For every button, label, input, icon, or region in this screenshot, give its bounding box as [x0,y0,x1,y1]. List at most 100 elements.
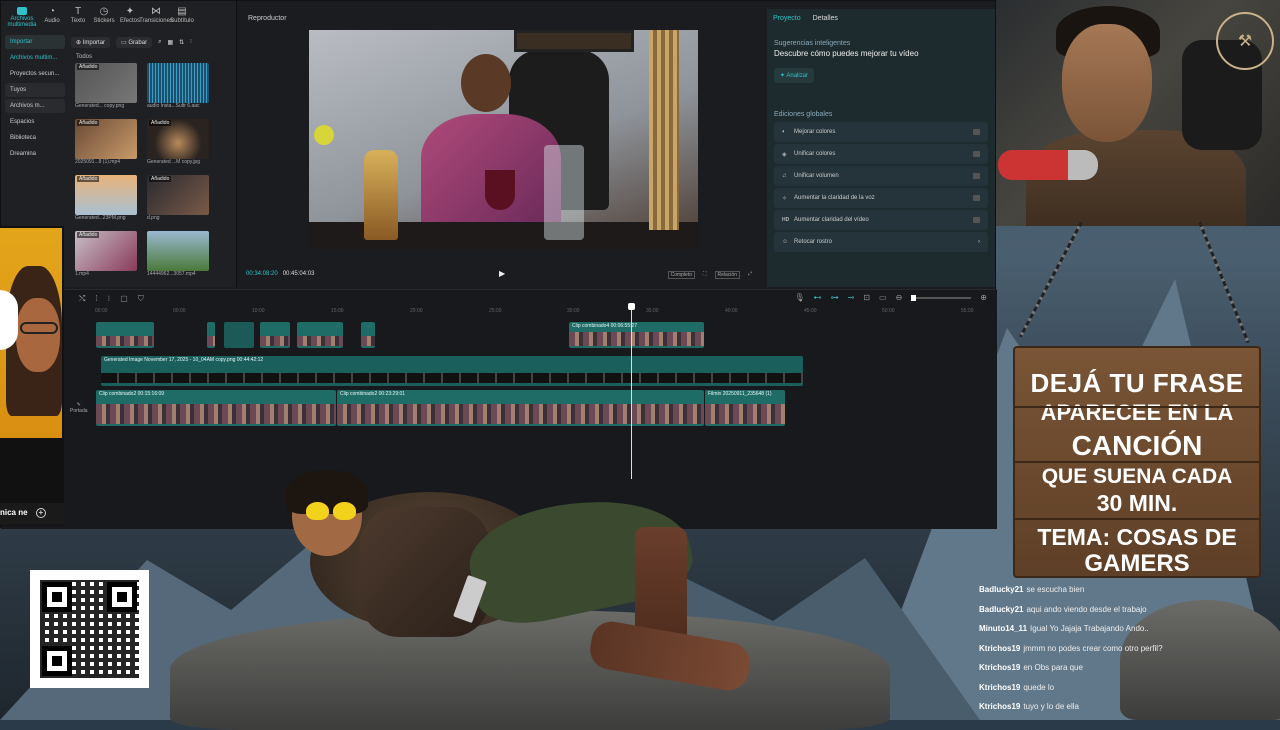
library-sidebar: Importar Archivos multim... Proyectos se… [5,35,65,163]
media-thumbnails: Añadido Generated... copy.png audio Insta… [75,63,215,283]
cover-button[interactable]: ✎ Portada [70,402,88,414]
smart-suggestions-title: Descubre cómo puedes mejorar tu vídeo [774,49,919,58]
zoom-slider[interactable] [911,295,972,301]
sign-line-6: TEMA: COSAS DE [1037,524,1237,550]
voice-clarity-item[interactable]: ✧ Aumentar la claridad de la voz [774,188,988,208]
caption-icon[interactable]: ▭ [879,293,887,302]
timeline-main-clip-3[interactable]: Filmin 20250911_235648 (1) [705,390,785,426]
media-item[interactable]: Añadido Generated... copy.png [75,63,137,115]
all-filter-label[interactable]: Todos [76,54,92,60]
library-toolbar: ⊕ Importar ▭ Grabar ⌕ ▦ ⇅ ⫶ [71,37,192,48]
timeline-clip[interactable] [260,322,290,348]
crop-icon[interactable]: ⛶ [701,271,709,279]
toggle-switch[interactable] [973,217,980,223]
tab-project[interactable]: Proyecto [773,15,801,22]
delete-icon[interactable]: ▢ [120,294,128,303]
chat-message: Minuto14_11 Igual Yo Jajaja Trabajando An… [979,624,1149,633]
timeline-playhead[interactable] [628,303,635,479]
timeline-clip[interactable] [96,322,154,348]
toggle-switch[interactable] [973,129,980,135]
marker-icon[interactable]: ⛉ [138,294,144,303]
audio-icon: ◔ [48,6,56,17]
toggle-switch[interactable] [973,195,980,201]
mic-icon[interactable]: 🎙 [794,293,804,302]
timeline-clip[interactable] [207,322,215,348]
sidebar-item-spaces[interactable]: Espacios [5,115,65,129]
import-button[interactable]: ⊕ Importar [71,37,111,48]
subtitle-icon: ▤ [177,6,187,17]
timeline-clip-combined-4[interactable]: Clip combinado4 00:06:55:27 [569,322,704,348]
left-overlay-caption: nica ne + [0,503,64,525]
media-item[interactable]: Añadido Generated ...M copy.jpg [147,119,209,171]
timeline-clip[interactable] [297,322,343,348]
retouch-face-item[interactable]: ☺ Retocar rostro › [774,232,988,252]
full-quality-button[interactable]: Completo [667,271,695,279]
tab-stickers[interactable]: ◷ Stickers [91,7,117,31]
video-preview[interactable] [309,30,698,249]
tab-audio[interactable]: ◔ Audio [39,7,65,31]
analyze-button[interactable]: ✦ Analizar [774,68,815,83]
transition-icon: ⋈ [151,6,161,17]
face-icon: ☺ [782,239,789,245]
record-button[interactable]: ▭ Grabar [116,37,153,48]
snap-icon[interactable]: ⊸ [848,293,855,302]
timeline-clip[interactable] [361,322,375,348]
add-circle-icon: + [35,508,46,518]
sidebar-item-media-files[interactable]: Archivos multim... [5,51,65,65]
timeline-main-clip-2[interactable]: Clip combinado2 00:23:29:01 [337,390,704,426]
magnet-icon[interactable]: ⊶ [831,293,839,302]
zoom-out-icon[interactable]: ⊖ [896,293,903,302]
sidebar-item-dreamina[interactable]: Dreamina [5,147,65,161]
microphone [998,150,1098,180]
properties-tabs: Proyecto Detalles [767,9,995,28]
tab-subtitles[interactable]: ▤ Subtítulo [169,7,195,31]
preview-jar [544,145,584,240]
media-item[interactable]: 14444962...3057.mp4 [147,231,209,283]
video-clarity-item[interactable]: HD Aumentar claridad del vídeo [774,210,988,230]
sign-line-1: DEJÁ TU FRASE [1030,368,1244,398]
qr-code[interactable] [30,570,149,688]
channel-seal-icon: ⚒ [1216,12,1274,70]
sidebar-item-sub-projects[interactable]: Proyectos secun... [5,67,65,81]
tab-media[interactable]: Archivos multimedia [5,7,39,31]
sort-icon[interactable]: ⇅ [179,39,184,46]
ratio-button[interactable]: Relación [714,271,740,279]
media-item[interactable]: audio Insta...Sultr 6.aac [147,63,209,115]
media-item[interactable]: Añadido 2025091...8 (1).mp4 [75,119,137,171]
toggle-switch[interactable] [973,173,980,179]
preview-person-head [461,54,511,112]
sidebar-item-library[interactable]: Biblioteca [5,131,65,145]
timeline-clip[interactable] [224,322,254,348]
fullscreen-icon[interactable]: ⤢ [746,271,754,279]
improve-colors-item[interactable]: ◐ Mejorar colores [774,122,988,142]
grid-view-icon[interactable]: ▦ [167,39,173,46]
search-icon[interactable]: ⌕ [158,39,161,46]
preview-axis-icon[interactable]: ⊡ [863,293,870,302]
select-icon[interactable]: ⤭ [79,294,85,303]
unify-volume-item[interactable]: ♫ Unificar volumen [774,166,988,186]
tab-details[interactable]: Detalles [813,15,838,22]
link-icon[interactable]: ⊷ [814,293,822,302]
trim-icon[interactable]: ⁝ [108,294,111,303]
unify-colors-item[interactable]: ◈ Unificar colores [774,144,988,164]
chat-message: Ktrichos19 quede lo [979,682,1055,692]
sign-line-7: GAMERS [1084,550,1190,577]
sign-line-5: 30 MIN. [1096,490,1178,516]
sidebar-item-yours[interactable]: Tuyos [5,83,65,97]
media-item[interactable]: Añadido Generated...23PM.png [75,175,137,227]
tab-transitions[interactable]: ⋈ Transiciones [139,6,173,31]
tab-text[interactable]: T Texto [65,7,91,31]
media-item[interactable]: Añadido d.png [147,175,209,227]
zoom-in-icon[interactable]: ⊕ [980,293,987,302]
timeline-main-clip-1[interactable]: Clip combinado2 00:15:16:09 [96,390,336,426]
player-panel: Reproductor 00:34:08:20 00:45:04:03 ▶ Co… [242,9,762,287]
filter-icon[interactable]: ⫶ [190,39,192,46]
toggle-switch[interactable] [973,151,980,157]
media-item[interactable]: Añadido 1.mp4 [75,231,137,283]
sidebar-item-import[interactable]: Importar [5,35,65,49]
timeline-image-clip[interactable]: Generated Image November 17, 2025 - 10_0… [101,356,803,386]
split-icon[interactable]: ⁞ [95,294,97,303]
play-button[interactable]: ▶ [499,269,505,278]
sticker-icon: ◷ [99,6,109,17]
sidebar-item-files[interactable]: Archivos m... [5,99,65,113]
